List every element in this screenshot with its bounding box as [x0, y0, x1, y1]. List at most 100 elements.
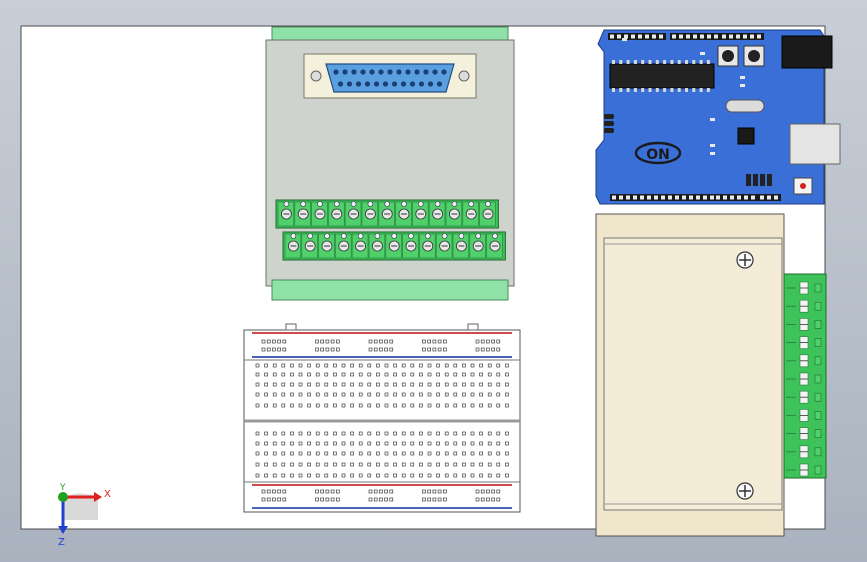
header-pin: [730, 195, 734, 200]
bb-hole: [384, 372, 389, 377]
bb-hole: [315, 451, 320, 456]
bb-hole: [264, 462, 268, 467]
header-pin: [729, 34, 733, 39]
header-pin: [645, 34, 649, 39]
bb-hole: [505, 441, 509, 446]
bb-hole: [479, 363, 483, 368]
bb-hole: [470, 392, 475, 397]
bb-hole: [307, 462, 311, 467]
bb-hole: [453, 382, 458, 387]
bb-hole: [419, 403, 423, 408]
bb-hole: [496, 339, 501, 344]
cad-viewport[interactable]: ON X Z Y: [0, 0, 867, 562]
bb-hole: [264, 403, 268, 408]
bb-hole: [333, 462, 337, 467]
header-pin: [693, 34, 697, 39]
bb-hole: [315, 462, 320, 467]
bb-hole: [427, 497, 432, 502]
bb-hole: [272, 363, 277, 368]
bb-hole: [290, 392, 294, 397]
header-pin: [659, 34, 663, 39]
bb-hole: [432, 497, 437, 502]
chip-pin: [612, 60, 615, 64]
bb-hole: [470, 462, 475, 467]
bb-hole: [432, 339, 437, 344]
bb-hole: [282, 339, 287, 344]
db25-pin: [418, 81, 425, 87]
bb-hole: [427, 489, 432, 494]
bb-hole: [384, 489, 388, 494]
bb-hole: [505, 382, 509, 387]
bb-hole: [264, 372, 268, 377]
bb-hole: [393, 441, 397, 446]
terminal-top-dot: [384, 201, 391, 207]
bb-hole: [333, 372, 337, 377]
header-pin: [652, 34, 656, 39]
header-pin: [714, 34, 718, 39]
header-pin: [647, 195, 651, 200]
bb-hole: [462, 363, 466, 368]
db25-terminal-board[interactable]: [265, 26, 515, 301]
bb-hole: [350, 392, 354, 397]
bb-hole: [410, 382, 415, 387]
bb-hole: [470, 372, 475, 377]
bb-hole: [419, 392, 423, 397]
bb-hole: [320, 497, 325, 502]
bb-hole: [376, 392, 380, 397]
bb-hole: [261, 339, 266, 344]
bb-hole: [330, 339, 335, 344]
arduino-header-top: [608, 33, 764, 40]
bb-hole: [436, 382, 440, 387]
bb-hole: [298, 363, 303, 368]
bb-hole: [324, 431, 329, 436]
driver-terminal-cap: [814, 320, 822, 329]
bb-hole: [272, 431, 277, 436]
breadboard[interactable]: [243, 323, 521, 513]
arduino-board[interactable]: ON: [595, 29, 841, 205]
bb-hole: [393, 462, 397, 467]
bb-hole: [255, 382, 260, 387]
driver-terminal-cap: [814, 465, 822, 475]
db25-pin: [405, 69, 411, 75]
bb-hole: [376, 431, 380, 436]
arduino-power-jack: [781, 35, 833, 69]
chip-pin: [677, 60, 681, 64]
header-pin: [760, 195, 764, 200]
bb-hole: [324, 441, 329, 446]
bb-hole: [479, 392, 483, 397]
bb-hole: [290, 431, 294, 436]
bb-hole: [367, 382, 372, 387]
bb-hole: [324, 462, 329, 467]
bb-hole: [376, 372, 380, 377]
bb-hole: [453, 431, 458, 436]
bb-hole: [389, 347, 394, 352]
terminal-top-dot: [357, 233, 364, 239]
arduino-capacitor-1-top: [722, 50, 734, 62]
bb-hole: [453, 473, 458, 478]
terminal-top-dot: [468, 201, 475, 207]
bb-hole: [436, 392, 440, 397]
bb-hole: [487, 473, 492, 478]
ard-small-part: [760, 174, 765, 186]
arduino-mcu-chip: [609, 63, 715, 89]
arduino-header-bottom: [610, 194, 781, 201]
triad-z-arrow: [58, 526, 68, 534]
chip-pin: [663, 60, 667, 64]
bb-hole: [307, 403, 311, 408]
driver-terminal-cap: [814, 338, 822, 347]
header-pin: [686, 34, 690, 39]
header-pin: [774, 195, 778, 200]
bb-hole: [266, 347, 271, 352]
bb-hole: [261, 497, 266, 502]
bb-hole: [462, 441, 466, 446]
db25-screw-right: [458, 70, 470, 82]
bb-hole: [496, 363, 501, 368]
db25-pin: [400, 81, 407, 87]
bb-hole: [393, 392, 397, 397]
header-pin: [703, 195, 707, 200]
db25-pin: [391, 81, 398, 87]
header-block: [610, 194, 668, 201]
bb-hole: [281, 372, 286, 377]
bb-hole: [427, 451, 432, 456]
bb-hole: [307, 451, 311, 456]
